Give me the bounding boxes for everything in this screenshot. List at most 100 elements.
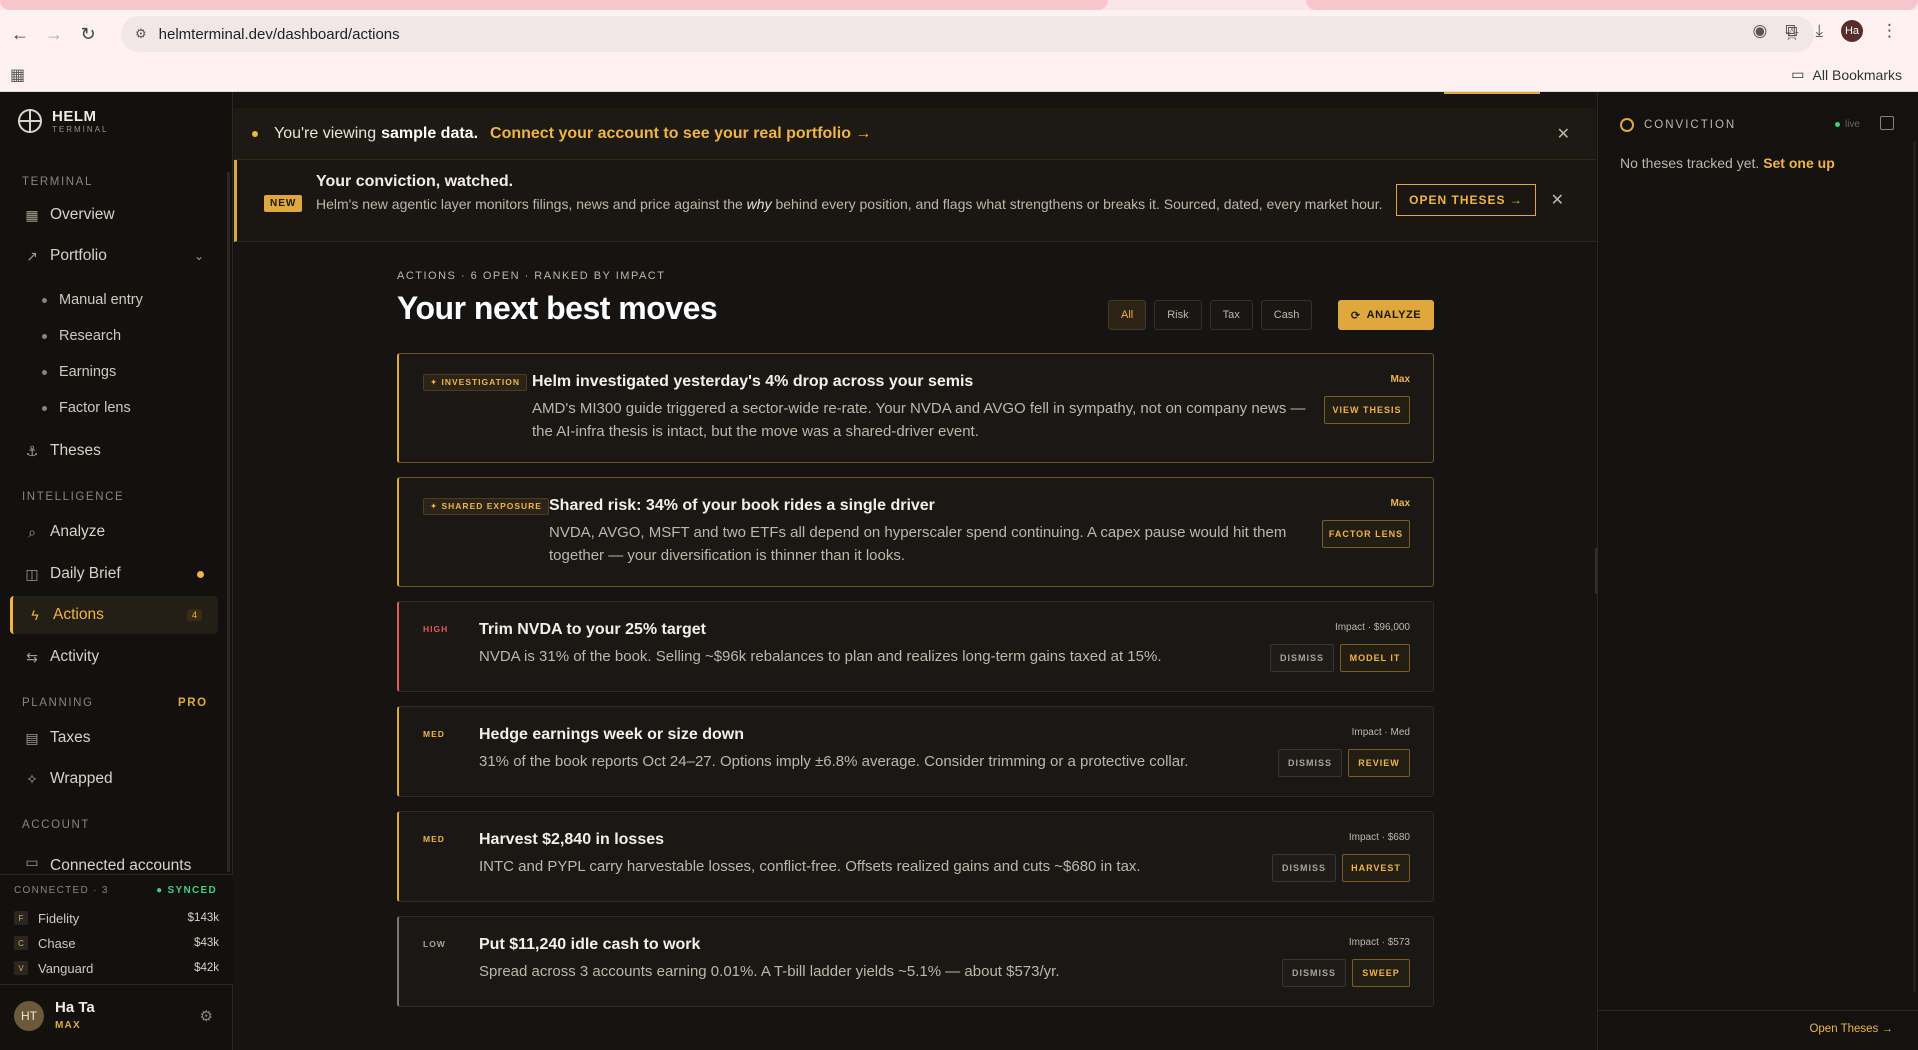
card-title: Shared risk: 34% of your book rides a si… [549,497,935,514]
sweep-button[interactable]: SWEEP [1352,959,1410,987]
dismiss-button[interactable]: DISMISS [1270,644,1334,672]
account-name: Vanguard [38,960,94,976]
sidebar-item-label: Taxes [50,729,91,746]
account-row-chase[interactable]: C Chase $43k [14,933,219,953]
priority-tag: HIGH [423,624,449,634]
reload-icon[interactable]: ↻ [74,20,102,48]
browser-tab[interactable] [0,0,1108,10]
sidebar-item-actions[interactable]: ϟ Actions 4 [10,596,218,634]
book-icon: ◫ [25,565,39,582]
close-icon[interactable]: ✕ [1551,190,1564,210]
card-body: 31% of the book reports Oct 24–27. Optio… [479,753,1189,770]
back-icon[interactable]: ← [6,20,34,48]
account-name: Chase [38,935,76,951]
panel-scrollbar[interactable] [1913,142,1916,992]
main-content: You're viewing sample data. Connect your… [234,92,1596,1050]
sidebar-item-label: Connected accounts [50,857,192,871]
sidebar-item-overview[interactable]: ▦ Overview [10,196,218,234]
account-row-vanguard[interactable]: V Vanguard $42k [14,958,219,978]
bullet-icon [42,297,47,303]
sidebar-item-label: Daily Brief [50,565,121,582]
helm-logo-icon [18,109,42,133]
gear-icon[interactable]: ⚙ [200,1007,213,1025]
sidebar-item-analyze[interactable]: ⌕ Analyze [10,513,218,551]
card-tag: ✦ SHARED EXPOSURE [423,498,549,515]
sidebar-item-label: Wrapped [50,770,113,787]
chevron-down-icon[interactable]: ⌄ [194,249,204,263]
brand[interactable]: HELM TERMINAL [18,108,108,134]
section-label-planning-text: PLANNING [22,697,94,709]
open-theses-link[interactable]: Open Theses → [1809,1023,1893,1035]
filter-risk[interactable]: Risk [1154,300,1202,330]
sidebar-subitem-research[interactable]: Research [42,328,121,344]
sidebar-scrollbar[interactable] [227,172,230,872]
actions-kicker: ACTIONS · 6 OPEN · RANKED BY IMPACT [397,270,666,282]
review-button[interactable]: REVIEW [1348,749,1410,777]
camera-icon[interactable]: ◉ [1753,21,1768,41]
sidebar-item-portfolio[interactable]: ↗ Portfolio ⌄ [10,237,218,275]
sidebar-subitem-label: Factor lens [59,400,131,416]
card-impact: Impact · $96,000 [1334,622,1410,633]
dismiss-button[interactable]: DISMISS [1278,749,1342,777]
analyze-button[interactable]: ⟳ ANALYZE [1338,300,1434,330]
close-icon[interactable]: ✕ [1557,124,1570,144]
action-card: MED Harvest $2,840 in losses INTC and PY… [397,811,1434,902]
set-one-up-link[interactable]: Set one up [1763,155,1835,171]
conviction-header: CONVICTION [1620,118,1736,132]
anchor-icon: ⚓ [25,442,39,459]
filter-tax[interactable]: Tax [1209,300,1253,330]
sidebar-subitem-earnings[interactable]: Earnings [42,364,116,380]
dismiss-button[interactable]: DISMISS [1272,854,1336,882]
filter-all[interactable]: All [1108,300,1147,330]
pro-badge: PRO [178,697,208,709]
bank-icon: ▭ [25,854,39,870]
browser-tab[interactable] [1306,0,1918,10]
sidebar-item-theses[interactable]: ⚓ Theses [10,432,218,470]
avatar[interactable]: HT [14,1001,44,1031]
bullet-icon [42,333,47,339]
dismiss-button[interactable]: DISMISS [1282,959,1346,987]
connect-account-link[interactable]: Connect your account to see your real po… [490,125,871,143]
sidebar-item-connected-accounts[interactable]: ▭ Connected accounts [10,841,218,871]
profile-avatar[interactable]: Ha [1841,20,1863,42]
address-bar[interactable]: ⚙ helmterminal.dev/dashboard/actions ☆ [121,16,1814,52]
user-profile[interactable]: HT Ha Ta MAX ⚙ [0,984,233,1050]
card-impact: Max [1390,498,1410,509]
card-impact: Impact · Med [1351,727,1410,738]
trend-icon: ↗ [26,247,38,264]
menu-icon[interactable]: ⋮ [1881,21,1898,41]
view-thesis-button[interactable]: VIEW THESIS [1324,396,1410,424]
analyze-label: ANALYZE [1366,309,1422,321]
factor-lens-button[interactable]: FACTOR LENS [1322,520,1410,548]
apps-grid-icon[interactable]: ▦ [10,65,25,85]
sidebar-subitem-factor-lens[interactable]: Factor lens [42,400,131,416]
bullet-icon [42,369,47,375]
url-text[interactable]: helmterminal.dev/dashboard/actions [159,26,400,43]
extensions-icon[interactable]: ⧉ [1785,21,1797,41]
sidebar-item-taxes[interactable]: ▤ Taxes [10,719,218,757]
all-bookmarks-button[interactable]: ▭ All Bookmarks [1791,66,1902,83]
collapse-panel-icon[interactable] [1880,116,1894,130]
site-info-icon[interactable]: ⚙ [135,26,147,42]
sample-data-banner: You're viewing sample data. Connect your… [234,108,1596,160]
browser-toolbar: ← → ↻ ⚙ helmterminal.dev/dashboard/actio… [0,10,1918,58]
sidebar-subitem-label: Earnings [59,364,117,380]
open-theses-button[interactable]: OPEN THESES → [1396,184,1536,216]
sidebar-item-wrapped[interactable]: ✧ Wrapped [10,760,218,798]
sidebar-item-daily-brief[interactable]: ◫ Daily Brief [10,555,218,593]
synced-status: ● SYNCED [156,885,217,896]
account-row-fidelity[interactable]: F Fidelity $143k [14,908,219,928]
filter-cash[interactable]: Cash [1260,300,1313,330]
announcement-body-emphasis: why [746,196,772,212]
forward-icon[interactable]: → [40,20,68,48]
priority-tag: MED [423,834,445,844]
sidebar-item-activity[interactable]: ⇆ Activity [10,638,218,676]
account-amount: $43k [194,937,219,949]
filter-group: All Risk Tax Cash [1108,300,1313,330]
harvest-button[interactable]: HARVEST [1342,854,1410,882]
download-icon[interactable]: ⤓ [1815,21,1823,41]
sidebar-subitem-manual-entry[interactable]: Manual entry [42,292,143,308]
action-card: MED Hedge earnings week or size down 31%… [397,706,1434,797]
swap-icon: ⇆ [26,648,38,665]
model-it-button[interactable]: MODEL IT [1340,644,1410,672]
